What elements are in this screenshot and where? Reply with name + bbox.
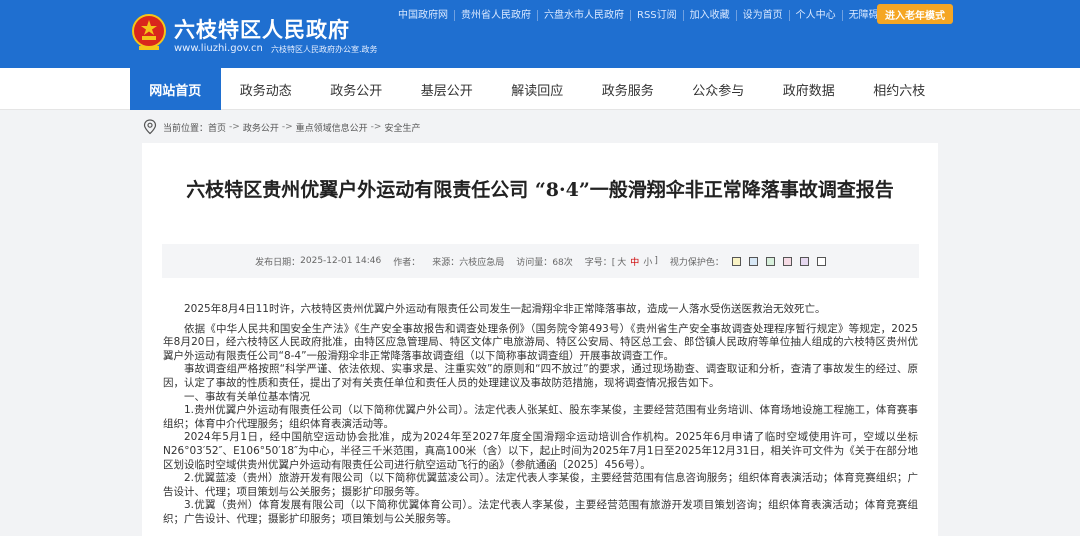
- eye-color-blue[interactable]: [748, 256, 758, 266]
- breadcrumb-open-government[interactable]: 政务公开: [243, 121, 279, 134]
- font-size-label: 字号：[: [584, 257, 616, 268]
- paragraph: 1.贵州优翼户外运动有限责任公司（以下简称优翼户外公司）。法定代表人张某虹、股东…: [163, 404, 918, 430]
- breadcrumb-sep: ->: [281, 122, 293, 132]
- breadcrumb: 当前位置： 首页 -> 政务公开 -> 重点领域信息公开 -> 安全生产: [143, 119, 420, 135]
- nav-open-government[interactable]: 政务公开: [311, 68, 402, 110]
- author-label: 作者：: [393, 257, 421, 268]
- breadcrumb-key-areas[interactable]: 重点领域信息公开: [296, 121, 368, 134]
- top-links: 中国政府网 贵州省人民政府 六盘水市人民政府 RSS订阅 加入收藏 设为首页 个…: [398, 8, 905, 22]
- nav-news[interactable]: 政务动态: [221, 68, 312, 110]
- visits-label: 访问量：: [516, 257, 553, 268]
- nav-participation[interactable]: 公众参与: [673, 68, 764, 110]
- paragraph: 依据《中华人民共和国安全生产法》《生产安全事故报告和调查处理条例》（国务院令第4…: [163, 322, 918, 362]
- nav-services[interactable]: 政务服务: [583, 68, 674, 110]
- nav-interpretation[interactable]: 解读回应: [492, 68, 583, 110]
- top-link-personal-center[interactable]: 个人中心: [788, 9, 842, 21]
- eye-color-green[interactable]: [765, 256, 775, 266]
- font-size-medium[interactable]: 中: [630, 255, 639, 268]
- publish-date: 2025-12-01 14:46: [300, 256, 382, 266]
- nav-home[interactable]: 网站首页: [130, 68, 221, 110]
- paragraph: 事故调查组严格按照“科学严谨、依法依规、实事求是、注重实效”的原则和“四不放过”…: [163, 363, 918, 389]
- paragraph: 2.优翼蓝凌（贵州）旅游开发有限公司（以下简称优翼蓝凌公司）。法定代表人李某俊，…: [163, 472, 918, 498]
- nav-liuzhi[interactable]: 相约六枝: [854, 68, 945, 110]
- article-card: 六枝特区贵州优翼户外运动有限责任公司 “8·4”一般滑翔伞非正常降落事故调查报告…: [142, 143, 938, 536]
- elder-mode-button[interactable]: 进入老年模式: [877, 4, 953, 24]
- top-link-liupanshui[interactable]: 六盘水市人民政府: [537, 9, 630, 21]
- source-label: 来源：: [432, 257, 460, 268]
- location-pin-icon: [143, 119, 157, 135]
- site-header: 六枝特区人民政府 www.liuzhi.gov.cn 六枝特区人民政府办公室.政…: [0, 0, 1080, 68]
- eye-color-white[interactable]: [816, 256, 826, 266]
- nav-grassroots[interactable]: 基层公开: [402, 68, 493, 110]
- top-link-gov-cn[interactable]: 中国政府网: [398, 10, 454, 21]
- eye-color-yellow[interactable]: [731, 256, 741, 266]
- paragraph: 3.优翼（贵州）体育发展有限公司（以下简称优翼体育公司）。法定代表人李某俊，主要…: [163, 499, 918, 525]
- eye-color-pink[interactable]: [782, 256, 792, 266]
- national-emblem-icon: [132, 14, 166, 50]
- article-title: 六枝特区贵州优翼户外运动有限责任公司 “8·4”一般滑翔伞非正常降落事故调查报告: [186, 179, 894, 201]
- breadcrumb-sep: ->: [229, 122, 240, 132]
- site-title[interactable]: 六枝特区人民政府: [174, 14, 350, 44]
- nav-data[interactable]: 政府数据: [764, 68, 855, 110]
- site-subtitle: 六枝特区人民政府办公室.政务: [271, 45, 378, 54]
- source: 六枝应急局: [459, 257, 505, 268]
- font-size-end: ]: [654, 256, 658, 266]
- top-link-guizhou[interactable]: 贵州省人民政府: [454, 9, 537, 21]
- date-label: 发布日期：: [255, 257, 301, 268]
- paragraph: 2025年8月4日11时许，六枝特区贵州优翼户外运动有限责任公司发生一起滑翔伞非…: [184, 303, 826, 315]
- breadcrumb-label: 当前位置：: [163, 123, 209, 134]
- main-nav: 网站首页 政务动态 政务公开 基层公开 解读回应 政务服务 公众参与 政府数据 …: [0, 68, 1080, 110]
- article-body: 2025年8月4日11时许，六枝特区贵州优翼户外运动有限责任公司发生一起滑翔伞非…: [163, 303, 918, 527]
- eye-color-purple[interactable]: [799, 256, 809, 266]
- top-link-favorite[interactable]: 加入收藏: [682, 9, 736, 21]
- font-size-large[interactable]: 大: [617, 255, 626, 268]
- site-url: www.liuzhi.gov.cn: [174, 43, 263, 54]
- top-link-homepage[interactable]: 设为首页: [735, 9, 789, 21]
- breadcrumb-sep: ->: [370, 122, 382, 132]
- paragraph: 2024年5月1日，经中国航空运动协会批准，成为2024年至2027年度全国滑翔…: [163, 431, 918, 471]
- article-meta: 发布日期： 2025-12-01 14:46 作者： 来源： 六枝应急局 访问量…: [162, 244, 919, 278]
- breadcrumb-home[interactable]: 首页: [208, 121, 226, 134]
- font-size-small[interactable]: 小: [643, 255, 652, 268]
- section-heading: 一、事故有关单位基本情况: [184, 390, 310, 403]
- visits-count: 68次: [552, 257, 573, 268]
- eye-protection-label: 视力保护色：: [669, 257, 724, 268]
- top-link-rss[interactable]: RSS订阅: [630, 9, 683, 21]
- breadcrumb-safety[interactable]: 安全生产: [384, 121, 420, 134]
